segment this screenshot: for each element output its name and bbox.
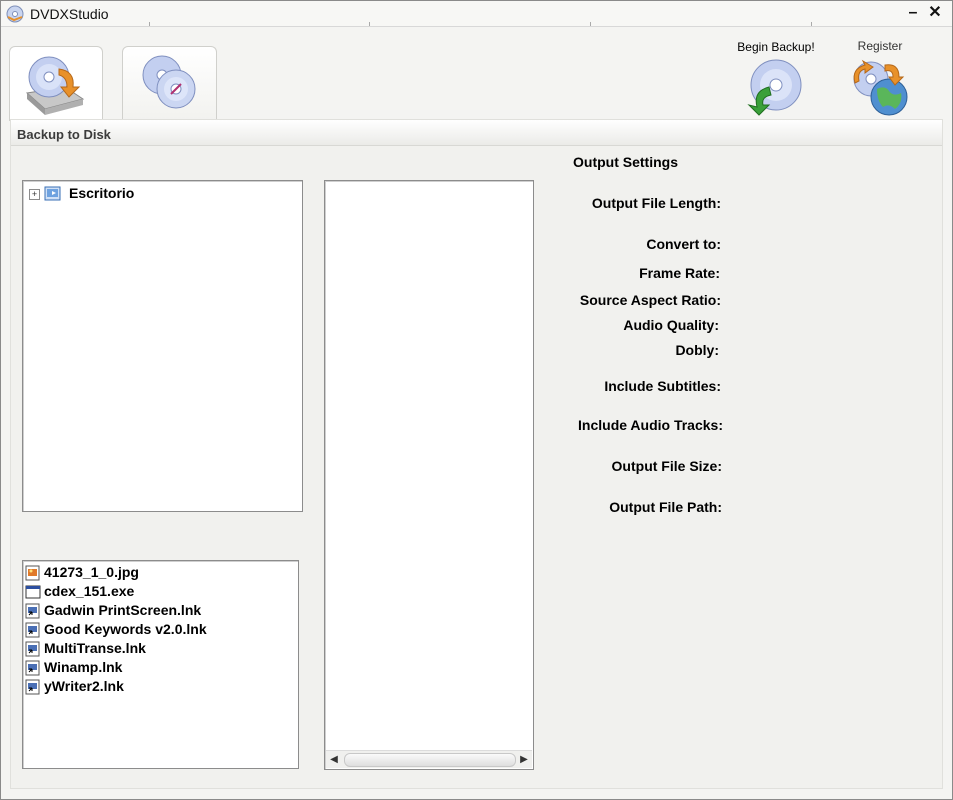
scroll-left-button[interactable]: ◀ [326,751,342,768]
output-file-path-label: Output File Path: [609,499,722,515]
list-item[interactable]: Winamp.lnk [25,658,225,677]
backup-panel: Backup to Disk + Escritorio 41273_1_0.jp… [10,119,943,789]
title-divider [369,22,370,26]
source-aspect-ratio-label: Source Aspect Ratio: [579,292,721,308]
title-divider [590,22,591,26]
audio-quality-label: Audio Quality: [623,317,719,333]
image-file-icon [25,565,40,581]
frame-rate-label: Frame Rate: [639,265,720,281]
title-divider [811,22,812,26]
list-item[interactable]: cdex_151.exe [25,582,225,601]
disc-arrow-icon[interactable] [743,57,805,117]
title-bar[interactable]: DVDXStudio – ✕ [1,1,952,27]
convert-to-label: Convert to: [646,236,721,252]
scroll-right-button[interactable]: ▶ [516,751,532,768]
horizontal-scrollbar[interactable]: ◀ ▶ [326,750,532,768]
exe-file-icon [25,585,41,599]
shortcut-file-icon [25,660,40,676]
output-settings-heading: Output Settings [573,154,678,170]
desktop-folder-icon [44,186,61,201]
window-title: DVDXStudio [30,6,109,22]
tree-item-escritorio[interactable]: Escritorio [69,185,134,201]
list-item[interactable]: Good Keywords v2.0.lnk [25,620,255,639]
tree-expand-toggle[interactable]: + [29,189,40,200]
minimize-button[interactable]: – [903,3,923,23]
shortcut-file-icon [25,622,40,638]
panel-title: Backup to Disk [17,127,111,142]
tab-disc-to-disc[interactable] [122,46,217,121]
register-label: Register [857,39,903,53]
include-audio-tracks-label: Include Audio Tracks: [578,417,723,433]
shortcut-file-icon [25,679,40,695]
scroll-thumb[interactable] [344,753,516,767]
list-item[interactable]: MultiTranse.lnk [25,639,225,658]
output-file-size-label: Output File Size: [611,458,722,474]
dvd-disc-icon [6,5,24,23]
title-divider [149,22,150,26]
dobly-label: Dobly: [675,342,719,358]
output-file-length-label: Output File Length: [591,195,721,211]
include-subtitles-label: Include Subtitles: [604,378,721,394]
begin-backup-label: Begin Backup! [737,40,815,54]
disc-to-disc-icon [142,55,196,109]
shortcut-file-icon [25,603,40,619]
shortcut-file-icon [25,641,40,657]
close-button[interactable]: ✕ [925,3,945,23]
list-item[interactable]: Gadwin PrintScreen.lnk [25,601,255,620]
backup-to-disk-icon [25,56,85,115]
panel-header: Backup to Disk [11,120,942,146]
folder-tree[interactable]: + Escritorio [22,180,303,512]
app-window: DVDXStudio – ✕ Begin Backup! Register Ba… [0,0,953,800]
register-globe-icon[interactable] [849,59,911,117]
list-item[interactable]: 41273_1_0.jpg [25,563,225,582]
title-list[interactable]: ◀ ▶ [324,180,534,770]
file-list[interactable]: 41273_1_0.jpg cdex_151.exe Gadwin PrintS… [22,560,299,769]
tab-backup-to-disk[interactable] [9,46,103,121]
list-item[interactable]: yWriter2.lnk [25,677,225,696]
